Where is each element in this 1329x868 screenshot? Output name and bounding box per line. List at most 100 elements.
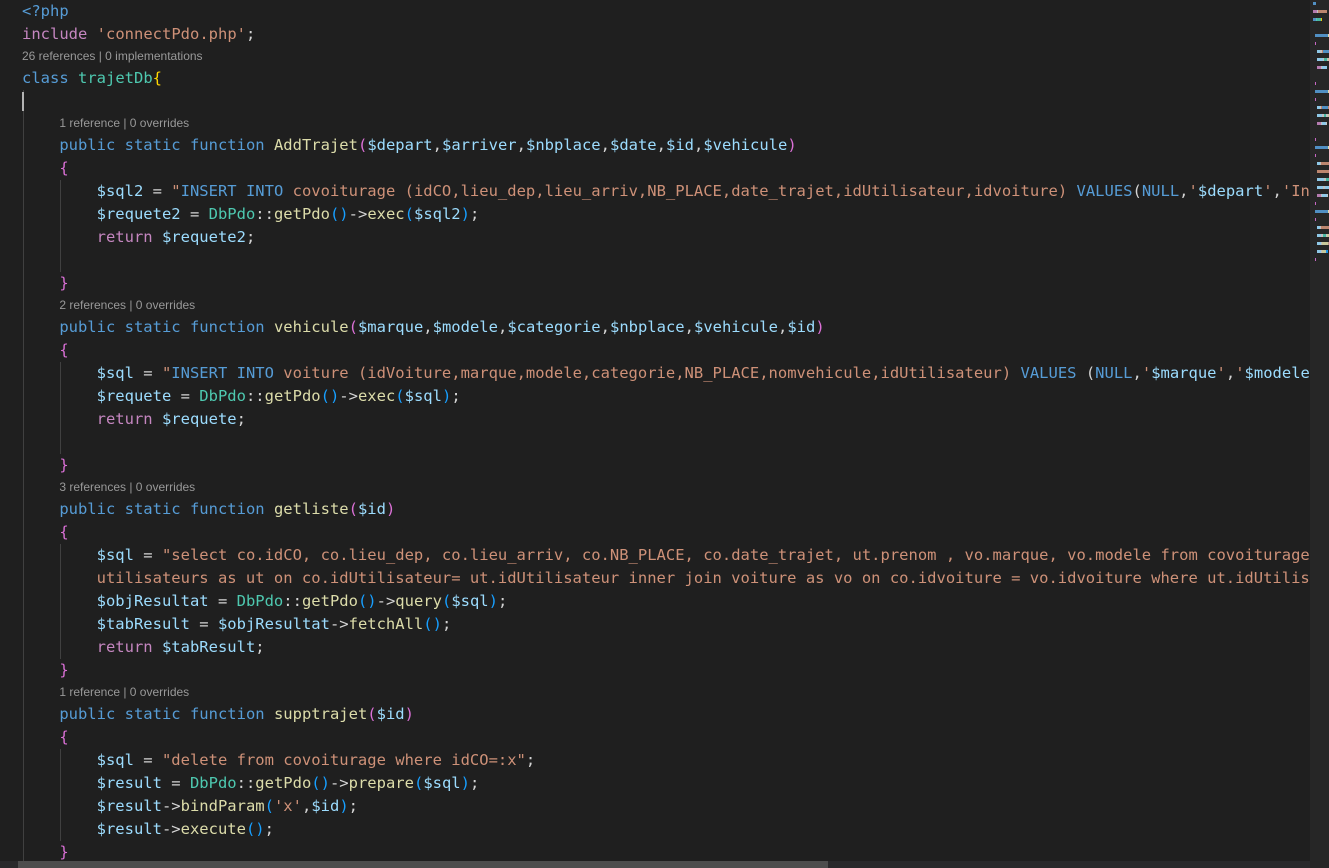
code-line[interactable]: } xyxy=(0,659,1310,682)
minimap-line-mark xyxy=(1315,210,1329,213)
horizontal-scrollbar-thumb[interactable] xyxy=(18,861,828,868)
code-token: = xyxy=(190,615,218,633)
minimap-line-mark xyxy=(1317,170,1329,173)
code-line[interactable]: $result->execute(); xyxy=(0,818,1310,841)
minimap-line-mark xyxy=(1317,226,1329,229)
minimap[interactable] xyxy=(1310,0,1329,868)
code-token xyxy=(265,136,274,154)
code-token: ; xyxy=(246,25,255,43)
horizontal-scrollbar[interactable] xyxy=(0,861,1310,868)
code-token: ) xyxy=(339,797,348,815)
code-line[interactable]: $sql = "select co.idCO, co.lieu_dep, co.… xyxy=(0,544,1310,567)
code-token: $modele xyxy=(433,318,498,336)
code-token: ( xyxy=(395,387,404,405)
code-line[interactable]: return $requete; xyxy=(0,408,1310,431)
code-token: { xyxy=(59,523,68,541)
code-line[interactable]: $tabResult = $objResultat->fetchAll(); xyxy=(0,613,1310,636)
minimap-line-mark xyxy=(1315,34,1329,37)
code-token: :: xyxy=(283,592,302,610)
code-line[interactable]: class trajetDb{ xyxy=(0,67,1310,90)
code-line[interactable]: include 'connectPdo.php'; xyxy=(0,23,1310,46)
code-token: INSERT INTO xyxy=(171,364,274,382)
code-token: $requete2 xyxy=(97,205,181,223)
code-line[interactable]: return $requete2; xyxy=(0,226,1310,249)
code-token: = xyxy=(171,387,199,405)
indent-guide-fn1 xyxy=(60,180,61,272)
code-token: NULL xyxy=(1142,182,1179,200)
code-line[interactable]: utilisateurs as ut on co.idUtilisateur= … xyxy=(0,567,1310,590)
code-line[interactable]: } xyxy=(0,272,1310,295)
code-token: DbPdo xyxy=(209,205,256,223)
code-line[interactable]: $requete = DbPdo::getPdo()->exec($sql); xyxy=(0,385,1310,408)
code-token: fetchAll xyxy=(349,615,424,633)
code-token xyxy=(265,318,274,336)
code-token: DbPdo xyxy=(190,774,237,792)
code-line[interactable]: } xyxy=(0,454,1310,477)
code-token: -> xyxy=(162,797,181,815)
code-token: $sql xyxy=(405,387,442,405)
minimap-line-mark xyxy=(1317,186,1329,189)
code-line[interactable] xyxy=(0,431,1310,454)
code-line[interactable]: $result->bindParam('x',$id); xyxy=(0,795,1310,818)
code-line[interactable]: { xyxy=(0,157,1310,180)
codelens-link[interactable]: 26 references | 0 implementations xyxy=(0,46,1310,67)
minimap-line-mark xyxy=(1315,82,1316,85)
code-line[interactable]: $objResultat = DbPdo::getPdo()->query($s… xyxy=(0,590,1310,613)
code-editor[interactable]: <?phpinclude 'connectPdo.php';26 referen… xyxy=(0,0,1310,868)
code-token: 'Inse xyxy=(1282,182,1310,200)
code-token: $sql xyxy=(451,592,488,610)
code-token: 'x' xyxy=(274,797,302,815)
code-token: vehicule xyxy=(274,318,349,336)
code-line[interactable]: <?php xyxy=(0,0,1310,23)
code-token: () xyxy=(330,205,349,223)
code-line[interactable]: $result = DbPdo::getPdo()->prepare($sql)… xyxy=(0,772,1310,795)
code-line[interactable]: { xyxy=(0,339,1310,362)
minimap-line-mark xyxy=(1317,242,1329,245)
code-token: , xyxy=(685,318,694,336)
code-token: $vehicule xyxy=(703,136,787,154)
code-line[interactable]: { xyxy=(0,521,1310,544)
code-token: ( xyxy=(1133,182,1142,200)
code-token: , xyxy=(302,797,311,815)
code-line[interactable]: public static function supptrajet($id) xyxy=(0,703,1310,726)
code-line[interactable]: return $tabResult; xyxy=(0,636,1310,659)
code-token: = xyxy=(162,774,190,792)
code-token: $depart xyxy=(1198,182,1263,200)
minimap-line-mark xyxy=(1317,194,1327,197)
code-token: , xyxy=(1273,182,1282,200)
code-token: ( xyxy=(367,705,376,723)
code-line[interactable]: $sql = "INSERT INTO voiture (idVoiture,m… xyxy=(0,362,1310,385)
code-token: $arriver xyxy=(442,136,517,154)
code-token: DbPdo xyxy=(199,387,246,405)
codelens-link[interactable]: 1 reference | 0 overrides xyxy=(0,682,1310,703)
code-token: $requete2 xyxy=(162,228,246,246)
codelens-link[interactable]: 1 reference | 0 overrides xyxy=(0,113,1310,134)
code-token: ( xyxy=(414,774,423,792)
minimap-line-mark xyxy=(1315,154,1316,157)
code-line[interactable] xyxy=(0,90,1310,113)
code-token: execute xyxy=(181,820,246,838)
code-line[interactable]: public static function getliste($id) xyxy=(0,498,1310,521)
codelens-link[interactable]: 3 references | 0 overrides xyxy=(0,477,1310,498)
code-line[interactable]: $sql2 = "INSERT INTO covoiturage (idCO,l… xyxy=(0,180,1310,203)
code-token: $result xyxy=(97,797,162,815)
code-token: , xyxy=(601,136,610,154)
code-token: } xyxy=(59,274,68,292)
code-token: ; xyxy=(349,797,358,815)
code-token: public static function xyxy=(59,136,264,154)
code-token: () xyxy=(321,387,340,405)
code-token: ) xyxy=(815,318,824,336)
code-token: $marque xyxy=(1151,364,1216,382)
codelens-link[interactable]: 2 references | 0 overrides xyxy=(0,295,1310,316)
code-token: $result xyxy=(97,774,162,792)
code-token: , xyxy=(778,318,787,336)
code-line[interactable]: $sql = "delete from covoiturage where id… xyxy=(0,749,1310,772)
code-line[interactable]: public static function vehicule($marque,… xyxy=(0,316,1310,339)
code-line[interactable]: { xyxy=(0,726,1310,749)
code-token: "select co.idCO, co.lieu_dep, co.lieu_ar… xyxy=(162,546,1310,564)
code-token: ( xyxy=(349,318,358,336)
code-token: , xyxy=(694,136,703,154)
code-line[interactable] xyxy=(0,249,1310,272)
code-line[interactable]: $requete2 = DbPdo::getPdo()->exec($sql2)… xyxy=(0,203,1310,226)
code-line[interactable]: public static function AddTrajet($depart… xyxy=(0,134,1310,157)
